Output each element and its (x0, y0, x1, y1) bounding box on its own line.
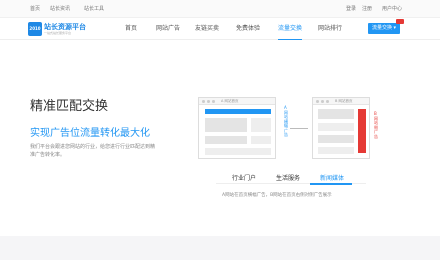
content-block (251, 136, 271, 144)
site-b-window: B 网站首页 (312, 97, 370, 159)
site-a-window: A 网站首页 (198, 97, 276, 159)
site-b-side-ad (358, 109, 366, 153)
content-block (318, 123, 354, 131)
footer-section (0, 236, 440, 260)
content-block (205, 148, 271, 155)
nav-item-traffic-exchange[interactable]: 流量交换 (278, 18, 303, 40)
content-block (251, 118, 271, 132)
user-center-link[interactable]: 用户中心 (382, 5, 402, 12)
window-dot (207, 100, 210, 103)
nav-item-free-trial[interactable]: 免费体验 (236, 18, 260, 40)
top-link-news[interactable]: 站长资讯 (50, 5, 70, 12)
content-block (205, 136, 247, 144)
nav-item-site-ads[interactable]: 网站广告 (156, 18, 180, 40)
window-dot (321, 100, 324, 103)
logo-badge: 2010 (28, 22, 42, 36)
tab-description: A网站在首页横幅广告，B网站在首页右侧对侧广告展示 (222, 193, 332, 198)
logo-tagline: 一站式站长服务平台 (44, 31, 72, 35)
window-titlebar: A 网站首页 (199, 98, 275, 105)
window-dot (202, 100, 205, 103)
content-block (318, 109, 354, 119)
site-b-window-title: B 网站首页 (335, 99, 353, 103)
tab-news-media[interactable]: 新闻媒体 (320, 173, 344, 182)
exchange-arrow (290, 128, 308, 129)
window-titlebar: B 网站首页 (313, 98, 369, 105)
traffic-exchange-dropdown-button[interactable]: 流量交换 ▾ (368, 23, 400, 34)
site-a-window-title: A 网站首页 (221, 99, 239, 103)
top-link-tools[interactable]: 站长工具 (84, 5, 104, 12)
hero-description: 我们平台会跟进您网站的行业，给您进行行业匹配达到精准广告转化率。 (30, 144, 156, 158)
site-a-ad-label: A网站横幅广告 (284, 105, 288, 137)
active-tab-indicator (310, 183, 352, 185)
hero-title: 精准匹配交换 (30, 99, 109, 114)
nav-item-home[interactable]: 首页 (125, 18, 137, 40)
content-block (318, 147, 354, 154)
new-badge (396, 19, 404, 24)
tab-life-services[interactable]: 生活服务 (276, 173, 300, 182)
site-b-ad-label: B网站侧广告 (374, 111, 378, 139)
content-block (318, 135, 354, 143)
window-dot (212, 100, 215, 103)
site-logo[interactable]: 2010 站长资源平台 一站式站长服务平台 (28, 21, 88, 37)
register-link[interactable]: 注册 (362, 5, 372, 12)
site-a-banner-ad (205, 109, 271, 114)
nav-item-ranking[interactable]: 网站排行 (318, 18, 342, 40)
top-utility-bar: 首页 站长资讯 站长工具 登录 注册 用户中心 (0, 0, 440, 18)
window-dot (316, 100, 319, 103)
hero-subtitle: 实现广告位流量转化最大化 (30, 128, 150, 139)
content-block (205, 118, 247, 132)
nav-item-link-trade[interactable]: 友链买卖 (195, 18, 219, 40)
login-link[interactable]: 登录 (346, 5, 356, 12)
top-link-home[interactable]: 首页 (30, 5, 40, 12)
tab-industry-portal[interactable]: 行业门户 (232, 173, 256, 182)
window-dot (326, 100, 329, 103)
